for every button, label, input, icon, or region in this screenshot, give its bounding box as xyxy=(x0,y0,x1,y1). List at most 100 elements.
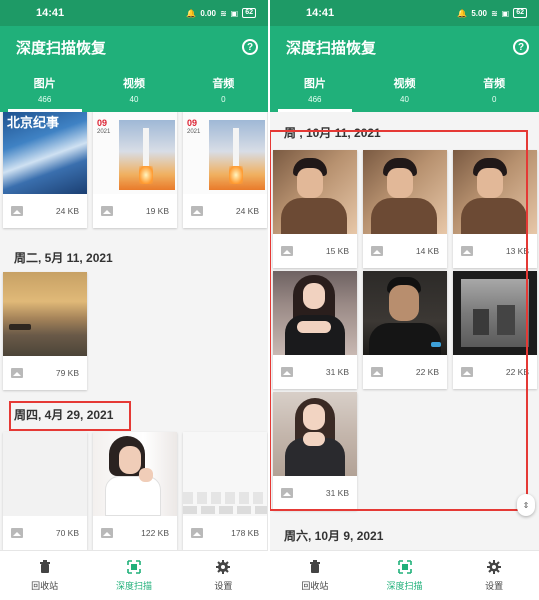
tab-label: 音频 xyxy=(212,78,235,90)
tab-count: 0 xyxy=(491,95,497,104)
image-icon xyxy=(101,528,113,538)
thumbnail-girl-portrait xyxy=(93,432,177,516)
tab-videos[interactable]: 视频 40 xyxy=(89,68,178,112)
thumbnail-man-portrait xyxy=(273,150,357,234)
status-bar: 14:41 🔔 5.00 ≋ ▣ 62 xyxy=(270,0,539,26)
file-size: 79 KB xyxy=(55,368,79,378)
bottom-nav: 回收站 深度扫描 设置 xyxy=(270,550,539,600)
image-card[interactable]: 14 KB xyxy=(363,150,447,268)
tab-videos[interactable]: 视频 40 xyxy=(360,68,450,112)
scan-icon xyxy=(127,559,141,574)
date-header: 周六, 10月 9, 2021 xyxy=(284,529,384,543)
image-card[interactable]: 22 KB xyxy=(363,271,447,389)
image-list[interactable]: 周 , 10月 11, 2021 15 KB 14 KB 13 KB 31 KB… xyxy=(270,112,539,550)
thumbnail-woman-heart-pose xyxy=(273,392,357,476)
card-footer: 79 KB xyxy=(3,356,87,390)
wifi-icon: ≋ xyxy=(490,8,498,18)
thumbnail-woman-heart-pose xyxy=(273,271,357,355)
left-phone-screen: 14:41 🔔 0.00 ≋ ▣ 62 深度扫描恢复 ? 图片 466 视频 4… xyxy=(0,0,268,600)
image-card[interactable]: 09 2021 19 KB xyxy=(93,112,177,228)
image-icon xyxy=(11,368,23,378)
image-icon xyxy=(281,488,293,498)
tab-audio[interactable]: 音频 0 xyxy=(449,68,539,112)
thumbnail-blank xyxy=(3,432,87,516)
scroll-handle[interactable]: ⇕ xyxy=(517,494,535,516)
app-bar: 深度扫描恢复 ? xyxy=(0,26,268,68)
calendar-year: 2021 xyxy=(187,129,201,135)
tab-label: 图片 xyxy=(33,78,56,90)
date-header: 周 , 10月 11, 2021 xyxy=(284,126,381,140)
image-grid-row: 北京纪事 24 KB 09 2021 19 KB 09 2021 24 KB xyxy=(0,112,267,228)
card-footer: 24 KB xyxy=(3,194,87,228)
tab-label: 图片 xyxy=(303,78,326,90)
tab-label: 视频 xyxy=(122,78,145,90)
image-icon xyxy=(281,246,293,256)
card-footer: 31 KB xyxy=(273,476,357,510)
nav-settings[interactable]: 设置 xyxy=(449,551,539,600)
image-card[interactable]: 31 KB xyxy=(273,271,357,389)
card-footer: 70 KB xyxy=(3,516,87,550)
image-grid-row: 79 KB xyxy=(0,272,87,390)
card-footer: 31 KB xyxy=(273,355,357,389)
nav-label: 回收站 xyxy=(301,580,329,591)
image-card[interactable]: 22 KB xyxy=(453,271,537,389)
image-card[interactable]: 79 KB xyxy=(3,272,87,390)
image-card[interactable]: 13 KB xyxy=(453,150,537,268)
date-header: 周二, 5月 11, 2021 xyxy=(14,251,113,265)
image-card[interactable]: 70 KB xyxy=(3,432,87,550)
status-time: 14:41 xyxy=(306,7,335,19)
nav-label: 深度扫描 xyxy=(386,580,423,591)
image-icon xyxy=(11,206,23,216)
card-footer: 122 KB xyxy=(93,516,177,550)
file-size: 24 KB xyxy=(235,206,259,216)
help-icon[interactable]: ? xyxy=(513,39,529,55)
nav-deep-scan[interactable]: 深度扫描 xyxy=(89,551,178,600)
image-icon xyxy=(11,528,23,538)
gear-icon xyxy=(216,559,231,574)
image-icon xyxy=(461,246,473,256)
nav-settings[interactable]: 设置 xyxy=(179,551,268,600)
image-card[interactable]: 178 KB xyxy=(183,432,267,550)
rocket-launch-photo xyxy=(209,120,265,190)
calendar-year: 2021 xyxy=(97,129,111,135)
tab-count: 40 xyxy=(400,95,409,104)
help-icon[interactable]: ? xyxy=(242,39,258,55)
nav-recycle-bin[interactable]: 回收站 xyxy=(270,551,360,600)
app-bar: 深度扫描恢复 ? xyxy=(270,26,539,68)
nav-label: 设置 xyxy=(214,580,233,591)
file-size: 70 KB xyxy=(55,528,79,538)
image-list[interactable]: 北京纪事 24 KB 09 2021 19 KB 09 2021 24 KB 周… xyxy=(0,112,268,550)
nav-label: 深度扫描 xyxy=(115,580,152,591)
tab-audio[interactable]: 音频 0 xyxy=(179,68,268,112)
image-card[interactable]: 122 KB xyxy=(93,432,177,550)
nav-label: 回收站 xyxy=(31,580,59,591)
thumbnail-rocket-calendar: 09 2021 xyxy=(93,112,177,194)
nav-deep-scan[interactable]: 深度扫描 xyxy=(360,551,450,600)
right-phone-screen: 14:41 🔔 5.00 ≋ ▣ 62 深度扫描恢复 ? 图片 466 视频 4… xyxy=(270,0,539,600)
nav-recycle-bin[interactable]: 回收站 xyxy=(0,551,89,600)
file-size: 22 KB xyxy=(415,367,439,377)
image-card[interactable]: 31 KB xyxy=(273,392,357,510)
bell-icon: 🔔 xyxy=(457,8,468,18)
tab-images[interactable]: 图片 466 xyxy=(270,68,360,112)
tab-images[interactable]: 图片 466 xyxy=(0,68,89,112)
file-size: 22 KB xyxy=(505,367,529,377)
file-size: 122 KB xyxy=(141,528,169,538)
image-icon xyxy=(101,206,113,216)
calendar-month: 09 xyxy=(97,118,108,128)
image-card[interactable]: 15 KB xyxy=(273,150,357,268)
net-speed: 5.00 xyxy=(471,8,487,18)
calendar-month: 09 xyxy=(187,118,198,128)
status-icons: 🔔 5.00 ≋ ▣ 62 xyxy=(457,8,527,18)
screens-composite: 14:41 🔔 0.00 ≋ ▣ 62 深度扫描恢复 ? 图片 466 视频 4… xyxy=(0,0,539,600)
image-card[interactable]: 北京纪事 24 KB xyxy=(3,112,87,228)
file-size: 19 KB xyxy=(145,206,169,216)
image-grid-row: 31 KB 22 KB 22 KB xyxy=(270,271,537,389)
card-footer: 22 KB xyxy=(363,355,447,389)
app-title: 深度扫描恢复 xyxy=(16,39,107,57)
scan-icon xyxy=(397,559,412,574)
status-time: 14:41 xyxy=(36,7,65,19)
image-icon xyxy=(281,367,293,377)
image-card[interactable]: 09 2021 24 KB xyxy=(183,112,267,228)
file-size: 13 KB xyxy=(505,246,529,256)
